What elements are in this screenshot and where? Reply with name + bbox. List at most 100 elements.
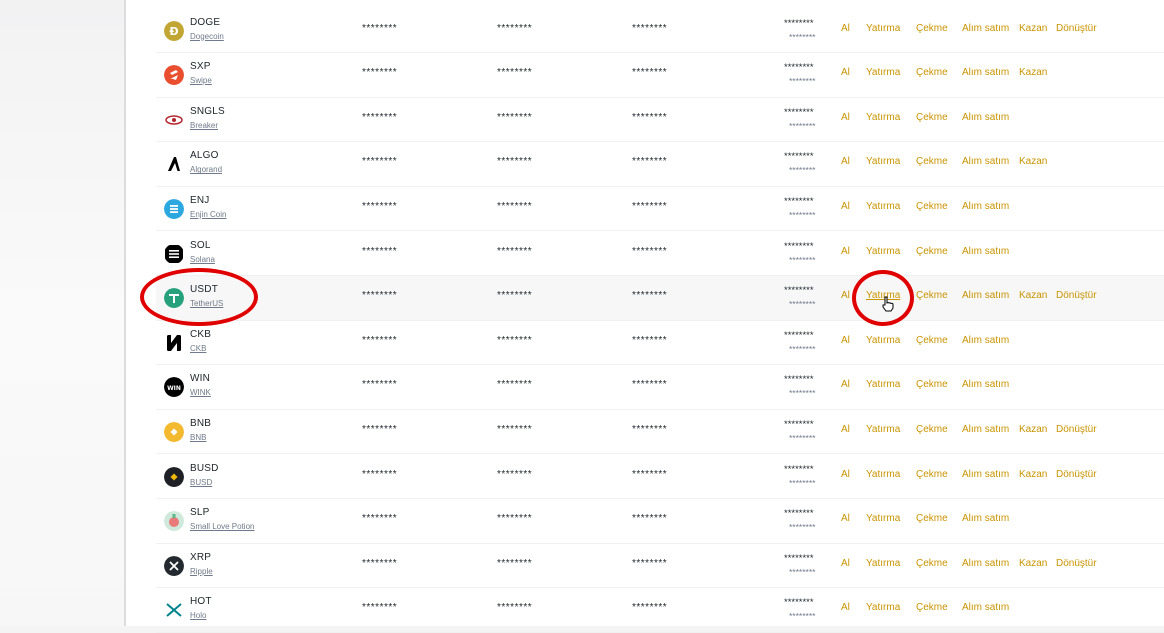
withdraw-link[interactable]: Çekme (916, 469, 948, 480)
coin-name-link[interactable]: Enjin Coin (190, 210, 226, 219)
earn-link[interactable]: Kazan (1019, 156, 1047, 167)
convert-link[interactable]: Dönüştür (1056, 469, 1097, 480)
coin-symbol: ENJ (190, 194, 210, 206)
deposit-link[interactable]: Yatırma (866, 112, 900, 123)
enjin-icon (164, 198, 184, 219)
earn-link[interactable]: Kazan (1019, 558, 1047, 569)
left-sidebar-panel (0, 0, 124, 626)
trade-link[interactable]: Alım satım (962, 23, 1009, 34)
trade-link[interactable]: Alım satım (962, 112, 1009, 123)
trade-link[interactable]: Alım satım (962, 424, 1009, 435)
ripple-icon (164, 555, 184, 576)
withdraw-link[interactable]: Çekme (916, 201, 948, 212)
earn-link[interactable]: Kazan (1019, 290, 1047, 301)
buy-link[interactable]: Al (841, 290, 850, 301)
trade-link[interactable]: Alım satım (962, 67, 1009, 78)
buy-link[interactable]: Al (841, 424, 850, 435)
buy-link[interactable]: Al (841, 156, 850, 167)
coin-name-link[interactable]: WINK (190, 388, 211, 397)
btc-value: ******** (784, 106, 814, 118)
deposit-link[interactable]: Yatırma (866, 201, 900, 212)
trade-link[interactable]: Alım satım (962, 379, 1009, 390)
buy-link[interactable]: Al (841, 23, 850, 34)
deposit-link[interactable]: Yatırma (866, 23, 900, 34)
total-balance: ******** (362, 423, 398, 435)
coin-name-link[interactable]: BNB (190, 433, 206, 442)
coin-name-link[interactable]: BUSD (190, 478, 212, 487)
withdraw-link[interactable]: Çekme (916, 513, 948, 524)
holo-icon (164, 600, 184, 620)
deposit-link[interactable]: Yatırma (866, 513, 900, 524)
withdraw-link[interactable]: Çekme (916, 290, 948, 301)
table-row: BNB BNB ******** ******** ******** ******** **… (156, 410, 1164, 455)
withdraw-link[interactable]: Çekme (916, 23, 948, 34)
buy-link[interactable]: Al (841, 379, 850, 390)
coin-name-link[interactable]: Holo (190, 611, 206, 620)
deposit-link[interactable]: Yatırma (866, 379, 900, 390)
withdraw-link[interactable]: Çekme (916, 558, 948, 569)
deposit-link[interactable]: Yatırma (866, 67, 900, 78)
coin-name-link[interactable]: Solana (190, 255, 215, 264)
withdraw-link[interactable]: Çekme (916, 156, 948, 167)
earn-link[interactable]: Kazan (1019, 424, 1047, 435)
busd-icon (164, 466, 184, 487)
deposit-link[interactable]: Yatırma (866, 246, 900, 257)
convert-link[interactable]: Dönüştür (1056, 424, 1097, 435)
withdraw-link[interactable]: Çekme (916, 246, 948, 257)
coin-name-link[interactable]: CKB (190, 344, 206, 353)
deposit-link[interactable]: Yatırma (866, 558, 900, 569)
withdraw-link[interactable]: Çekme (916, 112, 948, 123)
svg-text:WIN: WIN (167, 385, 181, 392)
deposit-link[interactable]: Yatırma (866, 469, 900, 480)
convert-link[interactable]: Dönüştür (1056, 23, 1097, 34)
convert-link[interactable]: Dönüştür (1056, 558, 1097, 569)
buy-link[interactable]: Al (841, 513, 850, 524)
coin-name-link[interactable]: Dogecoin (190, 32, 224, 41)
deposit-link[interactable]: Yatırma (866, 156, 900, 167)
buy-link[interactable]: Al (841, 558, 850, 569)
buy-link[interactable]: Al (841, 246, 850, 257)
withdraw-link[interactable]: Çekme (916, 424, 948, 435)
withdraw-link[interactable]: Çekme (916, 67, 948, 78)
earn-link[interactable]: Kazan (1019, 67, 1047, 78)
trade-link[interactable]: Alım satım (962, 290, 1009, 301)
in-order-balance: ******** (632, 379, 668, 391)
deposit-link[interactable]: Yatırma (866, 602, 900, 613)
buy-link[interactable]: Al (841, 112, 850, 123)
in-order-balance: ******** (632, 334, 668, 346)
btc-value: ******** (784, 240, 814, 252)
buy-link[interactable]: Al (841, 469, 850, 480)
withdraw-link[interactable]: Çekme (916, 335, 948, 346)
coin-name-link[interactable]: Swipe (190, 76, 212, 85)
in-order-balance: ******** (632, 156, 668, 168)
table-row: SLP Small Love Potion ******** ******** ****… (156, 499, 1164, 544)
coin-name-link[interactable]: Ripple (190, 567, 213, 576)
earn-link[interactable]: Kazan (1019, 23, 1047, 34)
trade-link[interactable]: Alım satım (962, 246, 1009, 257)
buy-link[interactable]: Al (841, 201, 850, 212)
trade-link[interactable]: Alım satım (962, 602, 1009, 613)
coin-name-link[interactable]: Algorand (190, 165, 222, 174)
trade-link[interactable]: Alım satım (962, 558, 1009, 569)
trade-link[interactable]: Alım satım (962, 156, 1009, 167)
trade-link[interactable]: Alım satım (962, 513, 1009, 524)
trade-link[interactable]: Alım satım (962, 201, 1009, 212)
coin-symbol: SXP (190, 61, 211, 73)
trade-link[interactable]: Alım satım (962, 469, 1009, 480)
buy-link[interactable]: Al (841, 67, 850, 78)
buy-link[interactable]: Al (841, 335, 850, 346)
convert-link[interactable]: Dönüştür (1056, 290, 1097, 301)
fiat-value: ******** (789, 522, 816, 533)
deposit-link[interactable]: Yatırma (866, 424, 900, 435)
coin-name-link[interactable]: Small Love Potion (190, 522, 254, 531)
withdraw-link[interactable]: Çekme (916, 602, 948, 613)
fiat-value: ******** (789, 343, 816, 354)
withdraw-link[interactable]: Çekme (916, 379, 948, 390)
trade-link[interactable]: Alım satım (962, 335, 1009, 346)
buy-link[interactable]: Al (841, 602, 850, 613)
deposit-link[interactable]: Yatırma (866, 335, 900, 346)
btc-value: ******** (784, 62, 814, 74)
available-balance: ******** (497, 290, 533, 302)
earn-link[interactable]: Kazan (1019, 469, 1047, 480)
coin-name-link[interactable]: Breaker (190, 121, 218, 130)
